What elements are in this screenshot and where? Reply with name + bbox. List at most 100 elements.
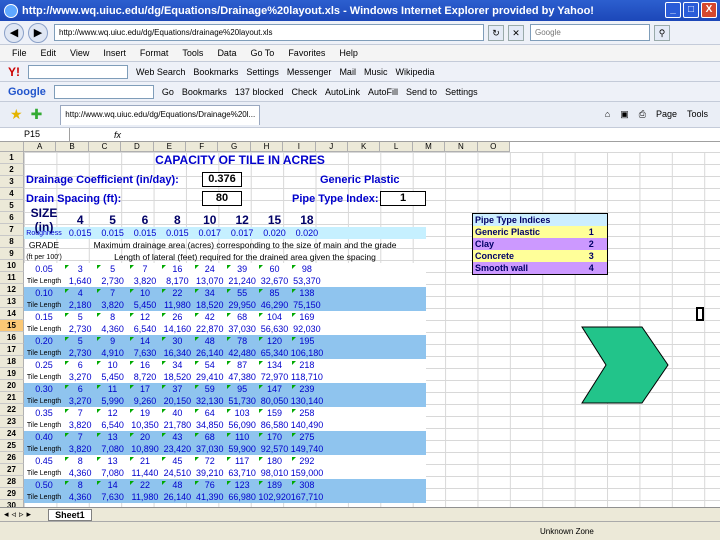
menu-help[interactable]: Help [339,48,358,58]
favorites-star-icon[interactable]: ★ [10,106,23,123]
google-search-input[interactable] [53,84,154,99]
row-header-14[interactable]: 14 [0,308,24,320]
print-icon[interactable]: ⎙ [639,109,646,120]
home-icon[interactable]: ⌂ [605,109,610,120]
maximize-button[interactable]: □ [683,2,699,18]
yahoo-logo[interactable]: Y! [8,65,20,79]
row-header-19[interactable]: 19 [0,368,24,380]
row-header-24[interactable]: 24 [0,428,24,440]
column-header-f[interactable]: F [186,142,219,152]
row-header-3[interactable]: 3 [0,176,24,188]
column-header-c[interactable]: C [88,142,122,152]
music-button[interactable]: Music [364,67,388,77]
sheet-tab-sheet1[interactable]: Sheet1 [48,508,92,521]
next-arrow-icon[interactable] [578,325,670,405]
menu-tools[interactable]: Tools [182,48,203,58]
autolink-button[interactable]: AutoLink [325,87,360,97]
messenger-button[interactable]: Messenger [287,67,332,77]
row-header-29[interactable]: 29 [0,488,24,500]
column-header-i[interactable]: I [283,142,316,152]
column-header-b[interactable]: B [56,142,89,152]
back-button[interactable]: ◀ [4,22,24,43]
row-header-9[interactable]: 9 [0,248,24,260]
row-header-16[interactable]: 16 [0,332,24,344]
menu-format[interactable]: Format [140,48,169,58]
name-box[interactable]: P15 [0,128,70,141]
row-header-22[interactable]: 22 [0,404,24,416]
column-header-k[interactable]: K [348,142,381,152]
column-header-d[interactable]: D [121,142,154,152]
bookmarks-button[interactable]: Bookmarks [193,67,238,77]
menu-view[interactable]: View [70,48,89,58]
google-settings-button[interactable]: Settings [445,87,478,97]
menu-file[interactable]: File [12,48,27,58]
row-header-26[interactable]: 26 [0,452,24,464]
add-favorite-icon[interactable]: ✚ [31,106,43,123]
wikipedia-button[interactable]: Wikipedia [395,67,434,77]
search-input[interactable]: Google [530,24,650,41]
row-header-1[interactable]: 1 [0,152,24,164]
google-logo[interactable]: Google [8,86,46,98]
row-header-12[interactable]: 12 [0,284,24,296]
row-header-20[interactable]: 20 [0,380,24,392]
close-button[interactable]: X [701,2,717,18]
row-header-7[interactable]: 7 [0,224,24,236]
row-header-11[interactable]: 11 [0,272,24,284]
feeds-icon[interactable]: ▣ [620,109,629,120]
column-header-e[interactable]: E [153,142,186,152]
row-header-6[interactable]: 6 [0,212,24,224]
tab-current[interactable]: http://www.wq.uiuc.edu/dg/Equations/Drai… [60,104,261,125]
menu-data[interactable]: Data [217,48,236,58]
drainage-coefficient-value[interactable]: 0.376 [202,172,242,187]
mail-button[interactable]: Mail [339,67,356,77]
column-header-a[interactable]: A [24,142,57,152]
row-header-27[interactable]: 27 [0,464,24,476]
column-header-j[interactable]: J [315,142,348,152]
menu-insert[interactable]: Insert [103,48,126,58]
select-all-corner[interactable] [0,142,24,152]
row-header-2[interactable]: 2 [0,164,24,176]
row-header-10[interactable]: 10 [0,260,24,272]
row-header-15[interactable]: 15 [0,320,24,332]
row-header-5[interactable]: 5 [0,200,24,212]
web-search-button[interactable]: Web Search [136,67,185,77]
pipe-type-index-value[interactable]: 1 [380,191,426,206]
stop-button[interactable]: ✕ [508,24,524,41]
column-header-g[interactable]: G [218,142,251,152]
row-header-13[interactable]: 13 [0,296,24,308]
row-header-28[interactable]: 28 [0,476,24,488]
row-header-23[interactable]: 23 [0,416,24,428]
row-header-25[interactable]: 25 [0,440,24,452]
drain-spacing-value[interactable]: 80 [202,191,242,206]
column-header-o[interactable]: O [477,142,510,152]
tools-menu[interactable]: Tools [687,109,708,120]
go-button[interactable]: Go [162,87,174,97]
column-header-l[interactable]: L [380,142,413,152]
popup-blocked-button[interactable]: 137 blocked [235,87,284,97]
forward-button[interactable]: ▶ [28,22,48,43]
row-header-8[interactable]: 8 [0,236,24,248]
send-to-button[interactable]: Send to [406,87,437,97]
search-button[interactable]: ⚲ [654,24,670,41]
autofill-button[interactable]: AutoFill [368,87,398,97]
check-button[interactable]: Check [291,87,317,97]
spreadsheet[interactable]: ABCDEFGHIJKLMNO 1 2 3 4 5 6 7 8 9 10 11 12 13 14 15 16 1… [0,142,720,507]
column-header-h[interactable]: H [250,142,284,152]
menu-favorites[interactable]: Favorites [288,48,325,58]
row-header-18[interactable]: 18 [0,356,24,368]
row-header-17[interactable]: 17 [0,344,24,356]
sheet-nav-arrows-icon[interactable]: ◂◃▹▸ [4,509,34,520]
row-header-4[interactable]: 4 [0,188,24,200]
minimize-button[interactable]: _ [665,2,681,18]
google-bookmarks-button[interactable]: Bookmarks [182,87,227,97]
refresh-button[interactable]: ↻ [488,24,504,41]
yahoo-search-input[interactable] [28,64,128,79]
page-menu[interactable]: Page [656,109,677,120]
row-header-30[interactable]: 30 [0,500,24,507]
address-input[interactable]: http://www.wq.uiuc.edu/dg/Equations/drai… [54,24,484,41]
column-header-n[interactable]: N [445,142,478,152]
menu-edit[interactable]: Edit [41,48,57,58]
settings-button[interactable]: Settings [246,67,279,77]
row-header-21[interactable]: 21 [0,392,24,404]
column-header-m[interactable]: M [412,142,446,152]
